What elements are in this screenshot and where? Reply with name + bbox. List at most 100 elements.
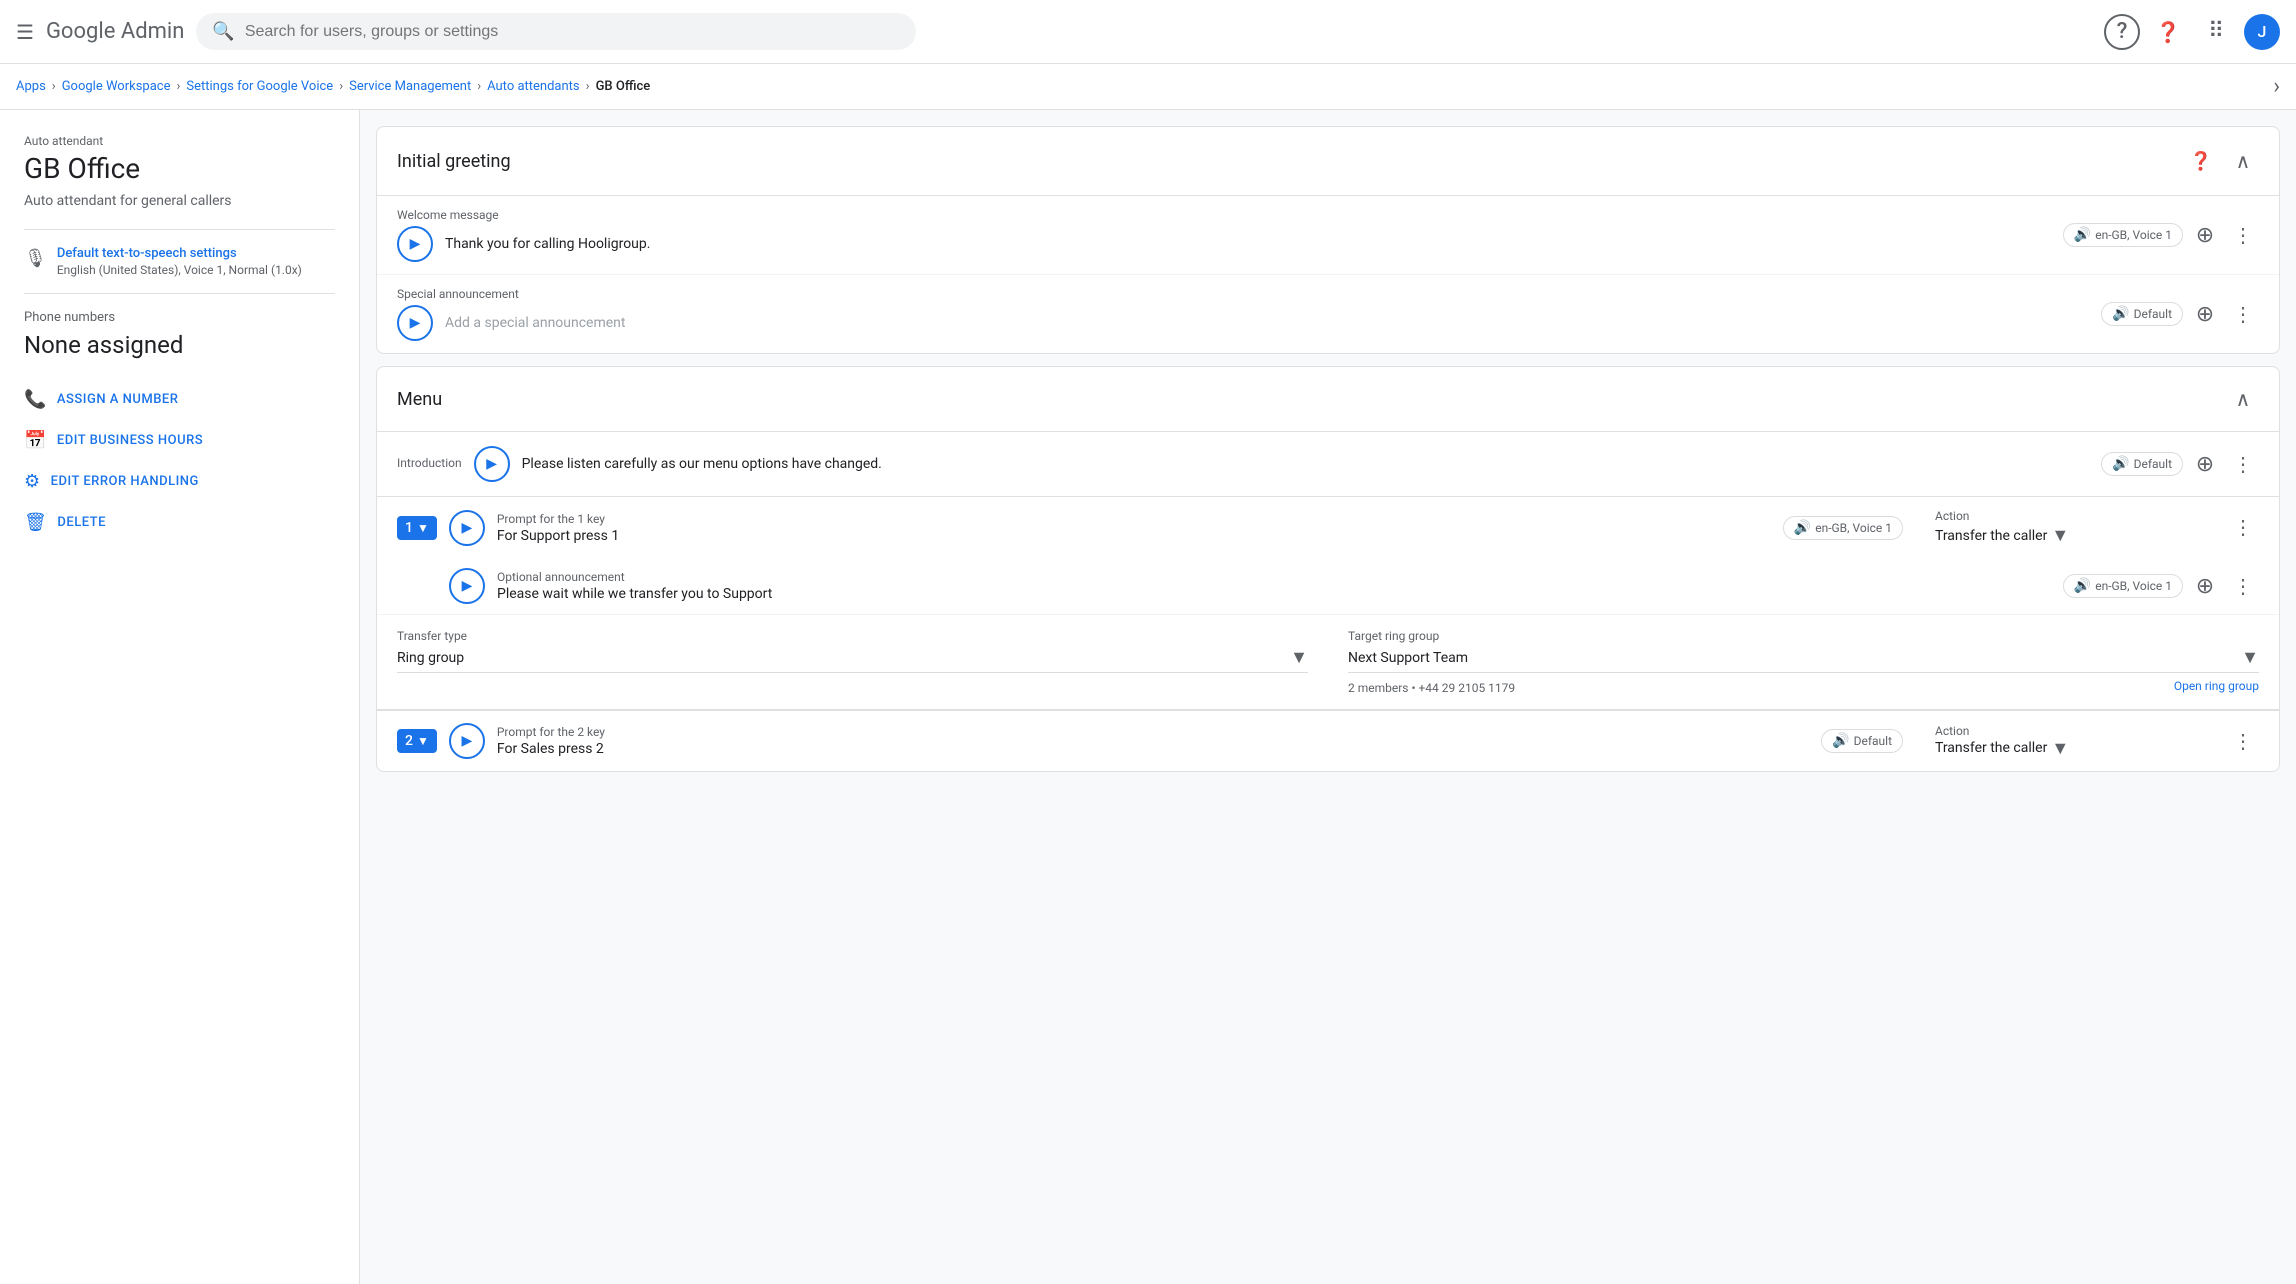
breadcrumb-sep-4: › xyxy=(586,79,590,94)
intro-voice-text: Default xyxy=(2134,457,2172,471)
key1-opt-voice-badge: 🔊 en-GB, Voice 1 xyxy=(2063,574,2183,598)
key1-target-text: Next Support Team xyxy=(1348,650,2237,666)
key1-badge[interactable]: 1 ▼ xyxy=(397,516,437,540)
logo-text: Google Admin xyxy=(46,19,184,44)
key1-prompt-content: Prompt for the 1 key For Support press 1 xyxy=(497,512,1771,544)
key1-opt-add-button[interactable]: ⊕ xyxy=(2189,570,2221,602)
edit-error-handling-button[interactable]: ⚙ EDIT ERROR HANDLING xyxy=(24,461,335,502)
tts-label[interactable]: Default text-to-speech settings xyxy=(57,246,302,261)
key2-voice-badge: 🔊 Default xyxy=(1821,729,1903,753)
initial-greeting-collapse-button[interactable]: ∧ xyxy=(2227,145,2259,177)
key1-opt-voice-text: en-GB, Voice 1 xyxy=(2095,579,2172,593)
key2-prompt-text: For Sales press 2 xyxy=(497,741,1809,757)
key1-voice-text: en-GB, Voice 1 xyxy=(1815,521,1892,535)
breadcrumb-sep-0: › xyxy=(52,79,56,94)
question-icon[interactable]: ❓ xyxy=(2148,12,2188,52)
key1-open-ring-group-link[interactable]: Open ring group xyxy=(2174,679,2259,693)
key1-target-select[interactable]: Next Support Team ▼ xyxy=(1348,647,2259,673)
key1-target-dropdown-icon: ▼ xyxy=(2241,647,2259,668)
avatar[interactable]: J xyxy=(2244,14,2280,50)
key1-opt-more-button[interactable]: ⋮ xyxy=(2227,570,2259,602)
key1-opt-label: Optional announcement xyxy=(497,570,2051,584)
sidebar-auto-attendant-label: Auto attendant xyxy=(24,134,335,148)
key1-transfer-type-label: Transfer type xyxy=(397,629,1308,643)
phone-icon: 📞 xyxy=(24,389,47,410)
key2-prompt-content: Prompt for the 2 key For Sales press 2 xyxy=(497,725,1809,757)
error-icon: ⚙ xyxy=(24,471,41,492)
welcome-more-button[interactable]: ⋮ xyxy=(2227,219,2259,251)
key1-target-label: Target ring group xyxy=(1348,629,2259,643)
intro-add-button[interactable]: ⊕ xyxy=(2189,448,2221,480)
intro-voice-icon: 🔊 xyxy=(2112,456,2129,472)
key1-target-sub: 2 members • +44 29 2105 1179 xyxy=(1348,681,1515,695)
assign-number-label: ASSIGN A NUMBER xyxy=(57,392,179,407)
key1-transfer-type-select[interactable]: Ring group ▼ xyxy=(397,647,1308,673)
initial-greeting-header: Initial greeting ❓ ∧ xyxy=(377,127,2279,196)
menu-collapse-button[interactable]: ∧ xyxy=(2227,383,2259,415)
special-voice-icon: 🔊 xyxy=(2112,306,2129,322)
top-nav: ☰ Google Admin 🔍 ? ❓ ⠿ J xyxy=(0,0,2296,64)
special-add-button[interactable]: ⊕ xyxy=(2189,298,2221,330)
special-text: Add a special announcement xyxy=(445,315,626,331)
key2-voice-text: Default xyxy=(1854,734,1892,748)
key1-opt-play-button[interactable]: ▶ xyxy=(449,568,485,604)
breadcrumb-workspace[interactable]: Google Workspace xyxy=(62,79,171,94)
special-more-button[interactable]: ⋮ xyxy=(2227,298,2259,330)
breadcrumb-collapse[interactable]: › xyxy=(2273,74,2280,99)
special-announcement-row: Special announcement ▶ Add a special ann… xyxy=(377,275,2279,353)
key2-action-text: Transfer the caller xyxy=(1935,740,2047,756)
welcome-add-button[interactable]: ⊕ xyxy=(2189,219,2221,251)
key2-play-button[interactable]: ▶ xyxy=(449,723,485,759)
breadcrumb-sep-2: › xyxy=(339,79,343,94)
breadcrumb-sep-3: › xyxy=(477,79,481,94)
key1-arrow-icon: ▼ xyxy=(417,521,429,535)
breadcrumb-service-mgmt[interactable]: Service Management xyxy=(349,79,471,94)
welcome-label: Welcome message xyxy=(397,208,650,222)
key1-play-button[interactable]: ▶ xyxy=(449,510,485,546)
nav-right: ? ❓ ⠿ J xyxy=(2104,12,2280,52)
delete-button[interactable]: 🗑 DELETE xyxy=(24,502,335,543)
tts-icon: 🎙 xyxy=(24,248,47,269)
key1-action-select[interactable]: Transfer the caller ▼ xyxy=(1935,525,2215,546)
edit-error-label: EDIT ERROR HANDLING xyxy=(51,474,199,489)
intro-play-button[interactable]: ▶ xyxy=(474,446,510,482)
phone-numbers-label: Phone numbers xyxy=(24,310,335,325)
search-bar[interactable]: 🔍 xyxy=(196,13,916,50)
sidebar-title: GB Office xyxy=(24,152,335,185)
edit-business-hours-button[interactable]: 📅 EDIT BUSINESS HOURS xyxy=(24,420,335,461)
assign-number-button[interactable]: 📞 ASSIGN A NUMBER xyxy=(24,379,335,420)
intro-label: Introduction xyxy=(397,456,462,470)
key1-target-field: Target ring group Next Support Team ▼ 2 … xyxy=(1348,629,2259,695)
phone-none: None assigned xyxy=(24,331,335,359)
help-button[interactable]: ? xyxy=(2104,14,2140,50)
calendar-icon: 📅 xyxy=(24,430,47,451)
key1-more-button[interactable]: ⋮ xyxy=(2227,512,2259,544)
sidebar-divider-2 xyxy=(24,293,335,294)
search-input[interactable] xyxy=(245,23,901,41)
key2-dropdown-icon: ▼ xyxy=(2051,738,2069,759)
key2-badge[interactable]: 2 ▼ xyxy=(397,729,437,753)
key2-action-select[interactable]: Transfer the caller ▼ xyxy=(1935,738,2215,759)
initial-greeting-help-button[interactable]: ❓ xyxy=(2183,143,2219,179)
welcome-voice-text: en-GB, Voice 1 xyxy=(2095,228,2172,242)
apps-icon[interactable]: ⠿ xyxy=(2196,12,2236,52)
sidebar-subtitle: Auto attendant for general callers xyxy=(24,193,335,209)
main-layout: Auto attendant GB Office Auto attendant … xyxy=(0,110,2296,1284)
intro-row: Introduction ▶ Please listen carefully a… xyxy=(377,432,2279,497)
key2-voice-icon: 🔊 xyxy=(1832,733,1849,749)
special-label: Special announcement xyxy=(397,287,626,301)
key2-more-button[interactable]: ⋮ xyxy=(2227,725,2259,757)
key2-prompt-label: Prompt for the 2 key xyxy=(497,725,1809,739)
logo: Google Admin xyxy=(46,19,184,44)
menu-icon[interactable]: ☰ xyxy=(16,20,34,44)
special-play-button[interactable]: ▶ xyxy=(397,305,433,341)
breadcrumb-apps[interactable]: Apps xyxy=(16,79,46,94)
key1-dropdown-icon: ▼ xyxy=(2051,525,2069,546)
delete-label: DELETE xyxy=(57,515,106,530)
breadcrumb-auto-attendants[interactable]: Auto attendants xyxy=(487,79,580,94)
menu-card: Menu ∧ Introduction ▶ Please listen care… xyxy=(376,366,2280,772)
key1-transfer-dropdown-icon: ▼ xyxy=(1290,647,1308,668)
welcome-play-button[interactable]: ▶ xyxy=(397,226,433,262)
intro-more-button[interactable]: ⋮ xyxy=(2227,448,2259,480)
breadcrumb-voice-settings[interactable]: Settings for Google Voice xyxy=(186,79,333,94)
